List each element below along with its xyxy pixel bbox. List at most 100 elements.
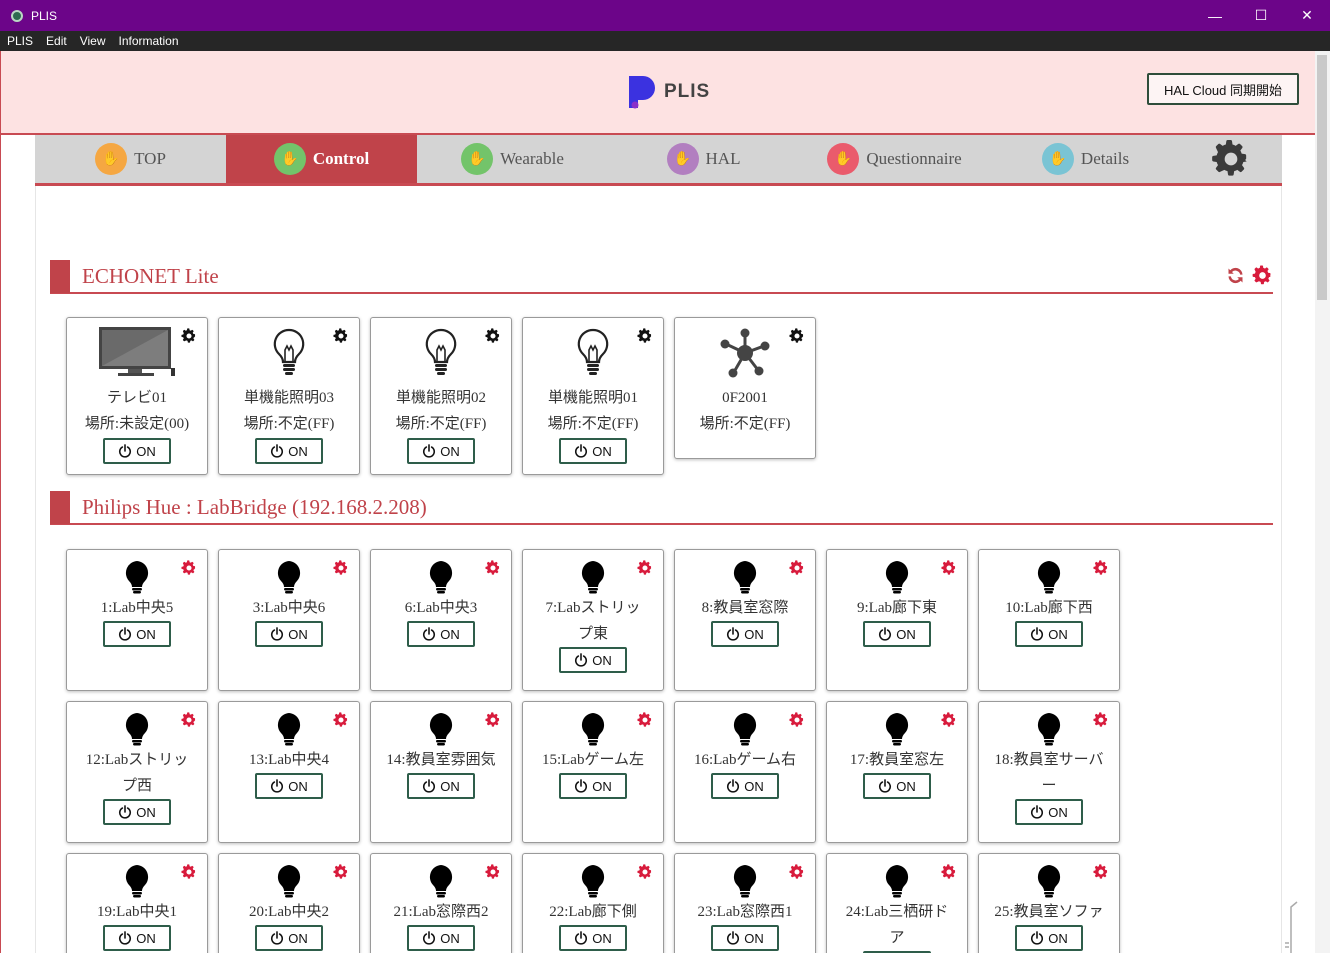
power-icon	[575, 779, 588, 793]
bulb-solid-icon	[733, 865, 757, 898]
power-on-button[interactable]: ON	[407, 621, 475, 647]
hue-light-card: 6:Lab中央3 ON	[370, 549, 512, 691]
light-name: 8:教員室窓際	[701, 600, 789, 616]
tab-wearable[interactable]: ✋ Wearable	[417, 135, 608, 183]
settings-cog-icon[interactable]	[1252, 265, 1273, 286]
power-on-button[interactable]: ON	[559, 647, 627, 673]
tab-questionnaire[interactable]: ✋ Questionnaire	[799, 135, 990, 183]
power-icon	[727, 931, 740, 945]
power-on-button[interactable]: ON	[103, 438, 171, 464]
tab-hal[interactable]: ✋ HAL	[608, 135, 799, 183]
menu-plis[interactable]: PLIS	[7, 34, 33, 48]
tab-settings[interactable]	[1181, 135, 1281, 183]
power-on-button[interactable]: ON	[863, 621, 931, 647]
menu-view[interactable]: View	[80, 34, 106, 48]
tab-control[interactable]: ✋ Control	[226, 135, 417, 183]
power-on-button[interactable]: ON	[255, 438, 323, 464]
tab-details[interactable]: ✋ Details	[990, 135, 1181, 183]
device-icon-wrap	[523, 328, 663, 376]
bulb-solid-icon	[125, 713, 149, 746]
on-label: ON	[440, 778, 460, 794]
device-location: 場所:不定(FF)	[547, 416, 639, 432]
bulb-solid-icon	[581, 713, 605, 746]
power-icon	[119, 627, 132, 641]
resize-handle-icon[interactable]	[1285, 901, 1305, 953]
minimize-button[interactable]: —	[1192, 0, 1238, 31]
menu-edit[interactable]: Edit	[46, 34, 67, 48]
power-icon	[423, 627, 436, 641]
power-on-button[interactable]: ON	[103, 925, 171, 951]
hue-light-card: 8:教員室窓際 ON	[674, 549, 816, 691]
on-label: ON	[744, 778, 764, 794]
bulb-solid-icon	[277, 561, 301, 594]
section-marker	[50, 260, 70, 293]
power-icon	[271, 779, 284, 793]
hue-light-card: 25:教員室ソファ ON	[978, 853, 1120, 953]
echonet-section-header: ECHONET Lite	[50, 260, 1273, 294]
menu-information[interactable]: Information	[119, 34, 179, 48]
light-name: 25:教員室ソファ	[994, 904, 1104, 920]
on-label: ON	[896, 626, 916, 642]
hue-light-card: 10:Lab廊下西 ON	[978, 549, 1120, 691]
bulb-solid-icon	[581, 865, 605, 898]
vertical-scrollbar[interactable]	[1315, 51, 1330, 953]
power-on-button[interactable]: ON	[407, 773, 475, 799]
light-icon-wrap	[523, 560, 663, 594]
light-icon-wrap	[675, 712, 815, 746]
power-icon	[575, 931, 588, 945]
hue-light-card: 13:Lab中央4 ON	[218, 701, 360, 843]
power-on-button[interactable]: ON	[255, 773, 323, 799]
power-on-button[interactable]: ON	[407, 925, 475, 951]
power-on-button[interactable]: ON	[1015, 621, 1083, 647]
hal-cloud-sync-button[interactable]: HAL Cloud 同期開始	[1147, 73, 1299, 105]
power-on-button[interactable]: ON	[103, 621, 171, 647]
app-header: PLIS HAL Cloud 同期開始	[1, 51, 1315, 135]
power-on-button[interactable]: ON	[103, 799, 171, 825]
tab-label: TOP	[134, 149, 166, 168]
bulb-outline-icon	[577, 328, 609, 375]
echonet-device-card: 単機能照明02 場所:不定(FF) ON	[370, 317, 512, 475]
on-label: ON	[440, 443, 460, 459]
light-name: 17:教員室窓左	[849, 752, 945, 768]
power-icon	[879, 779, 892, 793]
light-name: 12:Labストリッ	[85, 752, 189, 768]
power-icon	[423, 931, 436, 945]
settings-gear-icon[interactable]	[1211, 139, 1251, 179]
device-name: 単機能照明02	[395, 390, 486, 406]
light-name: 14:教員室雰囲気	[386, 752, 496, 768]
power-on-button[interactable]: ON	[711, 773, 779, 799]
on-label: ON	[1048, 626, 1068, 642]
on-label: ON	[136, 626, 156, 642]
power-on-button[interactable]: ON	[1015, 799, 1083, 825]
power-on-button[interactable]: ON	[711, 621, 779, 647]
power-on-button[interactable]: ON	[255, 621, 323, 647]
maximize-button[interactable]: ☐	[1238, 0, 1284, 31]
bulb-solid-icon	[1037, 865, 1061, 898]
power-on-button[interactable]: ON	[407, 438, 475, 464]
scrollbar-thumb[interactable]	[1317, 55, 1327, 300]
bulb-solid-icon	[885, 865, 909, 898]
hue-light-card: 16:Labゲーム右 ON	[674, 701, 816, 843]
power-on-button[interactable]: ON	[711, 925, 779, 951]
light-icon-wrap	[219, 560, 359, 594]
power-on-button[interactable]: ON	[863, 773, 931, 799]
power-on-button[interactable]: ON	[559, 773, 627, 799]
power-on-button[interactable]: ON	[1015, 925, 1083, 951]
tab-top[interactable]: ✋ TOP	[35, 135, 226, 183]
hue-light-card: 14:教員室雰囲気 ON	[370, 701, 512, 843]
device-name: 0F2001	[722, 390, 768, 406]
device-name: テレビ01	[106, 390, 167, 406]
bulb-solid-icon	[277, 713, 301, 746]
bulb-solid-icon	[429, 865, 453, 898]
light-name-cont: プ東	[577, 626, 608, 642]
power-on-button[interactable]: ON	[559, 925, 627, 951]
power-icon	[575, 653, 588, 667]
light-icon-wrap	[67, 560, 207, 594]
power-on-button[interactable]: ON	[559, 438, 627, 464]
bulb-solid-icon	[1037, 713, 1061, 746]
hue-section-header: Philips Hue : LabBridge (192.168.2.208)	[50, 491, 1273, 525]
power-on-button[interactable]: ON	[255, 925, 323, 951]
close-button[interactable]: ✕	[1284, 0, 1330, 31]
refresh-icon[interactable]	[1225, 265, 1246, 286]
light-icon-wrap	[675, 864, 815, 898]
